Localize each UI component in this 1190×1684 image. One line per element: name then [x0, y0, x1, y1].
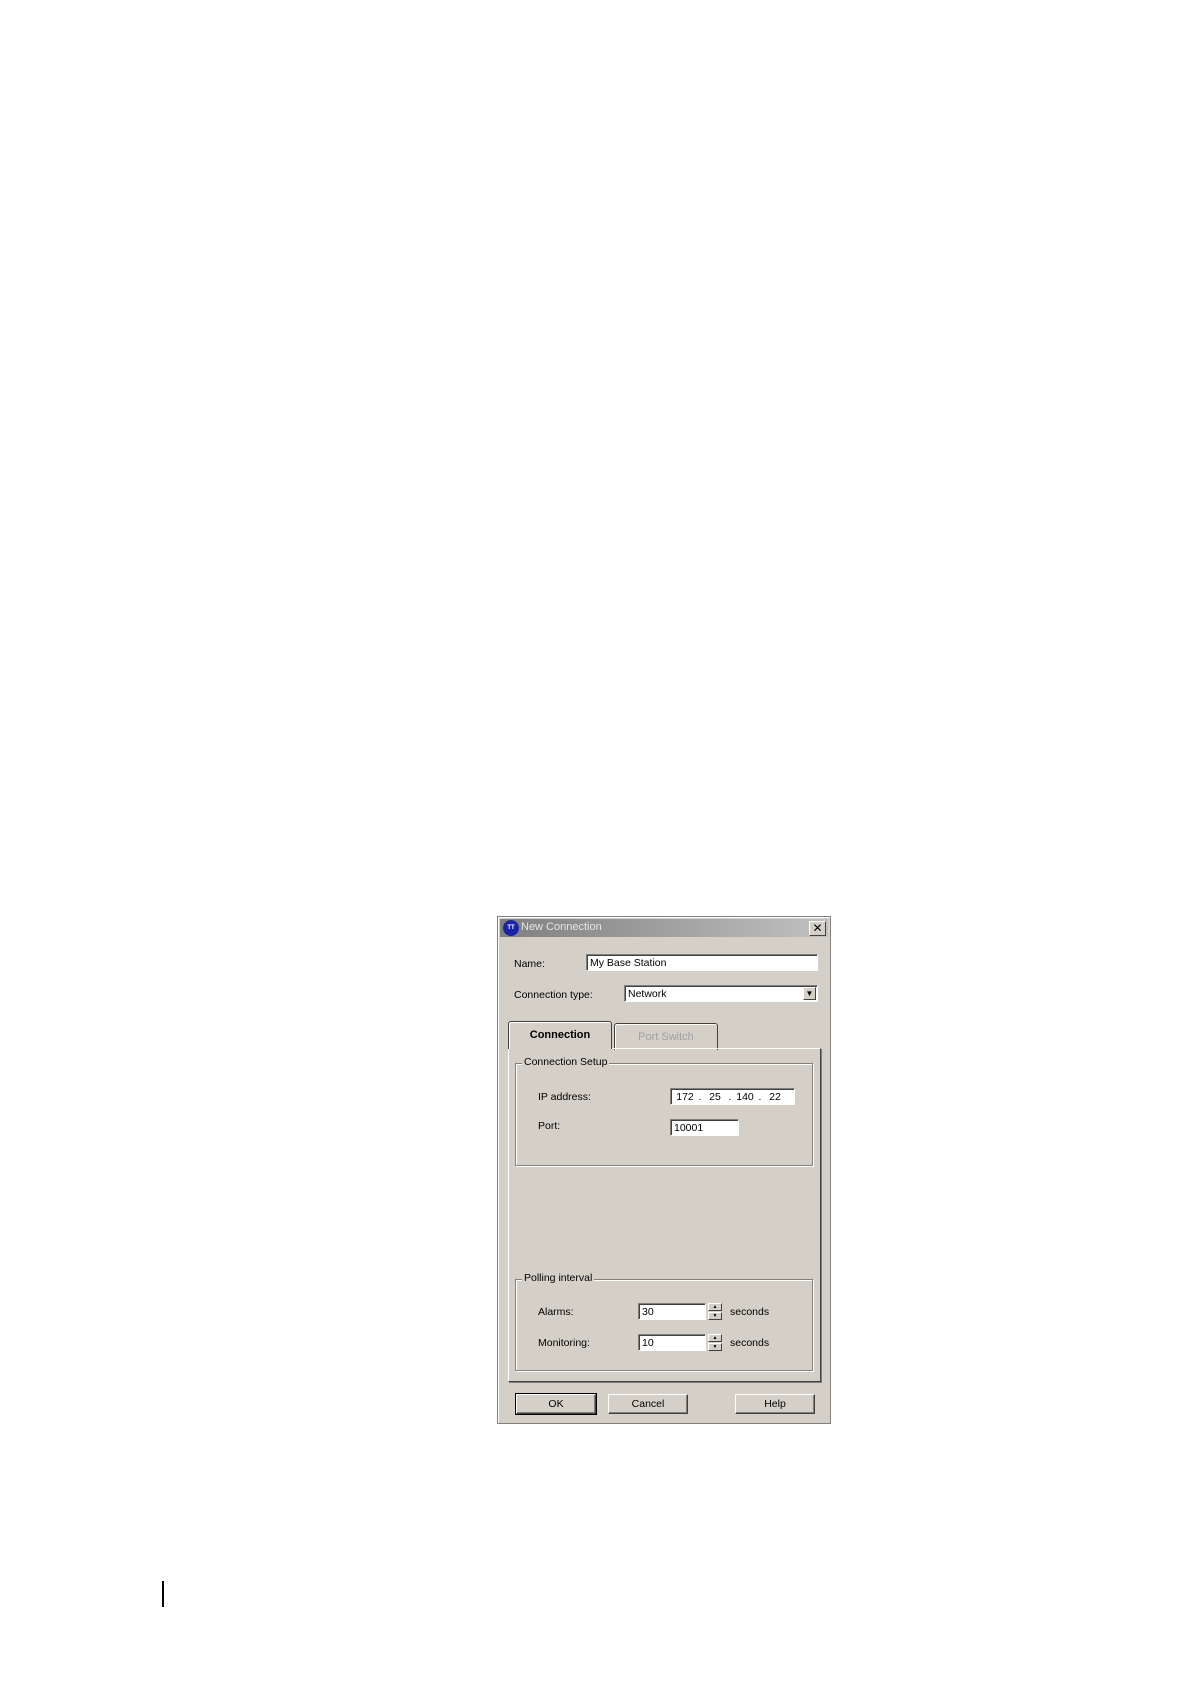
connection-type-label: Connection type:: [514, 989, 593, 1001]
port-input[interactable]: 10001: [670, 1119, 739, 1136]
monitoring-stepper[interactable]: ▲ ▼: [708, 1334, 722, 1351]
tab-connection[interactable]: Connection: [508, 1021, 612, 1049]
name-input[interactable]: My Base Station: [586, 954, 818, 971]
connection-setup-title: Connection Setup: [522, 1056, 610, 1068]
ip-octet-2: 25: [709, 1091, 721, 1103]
spin-up-icon[interactable]: ▲: [708, 1303, 722, 1311]
polling-interval-title: Polling interval: [522, 1272, 595, 1284]
monitoring-unit: seconds: [730, 1337, 770, 1349]
alarms-unit: seconds: [730, 1306, 770, 1318]
ip-octet-1: 172: [676, 1091, 694, 1103]
close-button[interactable]: ✕: [809, 921, 826, 936]
tab-port-switch[interactable]: Port Switch: [614, 1023, 718, 1050]
polling-interval-group: Polling interval Alarms: 30 ▲ ▼ seconds …: [515, 1272, 813, 1371]
ip-octet-4: 22: [769, 1091, 781, 1103]
name-label: Name:: [514, 958, 545, 970]
spin-down-icon[interactable]: ▼: [708, 1343, 722, 1351]
connection-type-select[interactable]: Network ▼: [624, 985, 818, 1002]
close-icon: ✕: [812, 921, 823, 935]
dialog-title: New Connection: [521, 921, 602, 933]
ip-octet-3: 140: [736, 1091, 754, 1103]
alarms-input[interactable]: 30: [638, 1303, 706, 1320]
spin-up-icon[interactable]: ▲: [708, 1334, 722, 1342]
connection-setup-group: Connection Setup IP address: 172. 25. 140.…: [515, 1056, 813, 1166]
ip-address-input[interactable]: 172. 25. 140. 22: [670, 1088, 795, 1105]
port-label: Port:: [538, 1120, 561, 1132]
connection-type-value: Network: [628, 988, 667, 1000]
spin-down-icon[interactable]: ▼: [708, 1312, 722, 1320]
help-button[interactable]: Help: [735, 1394, 815, 1414]
app-logo-icon: TT: [503, 920, 519, 936]
monitoring-input[interactable]: 10: [638, 1334, 706, 1351]
ok-button[interactable]: OK: [515, 1393, 597, 1415]
new-connection-dialog: TT New Connection ✕ Name: My Base Statio…: [497, 916, 831, 1424]
page-margin-mark: [162, 1581, 164, 1607]
alarms-label: Alarms:: [538, 1306, 574, 1318]
title-bar[interactable]: TT New Connection ✕: [500, 919, 828, 937]
connection-tab-panel: Connection Setup IP address: 172. 25. 140.…: [508, 1048, 821, 1382]
monitoring-label: Monitoring:: [538, 1337, 590, 1349]
alarms-stepper[interactable]: ▲ ▼: [708, 1303, 722, 1320]
cancel-button[interactable]: Cancel: [608, 1394, 688, 1414]
chevron-down-icon[interactable]: ▼: [803, 987, 816, 1000]
ip-address-label: IP address:: [538, 1091, 591, 1103]
